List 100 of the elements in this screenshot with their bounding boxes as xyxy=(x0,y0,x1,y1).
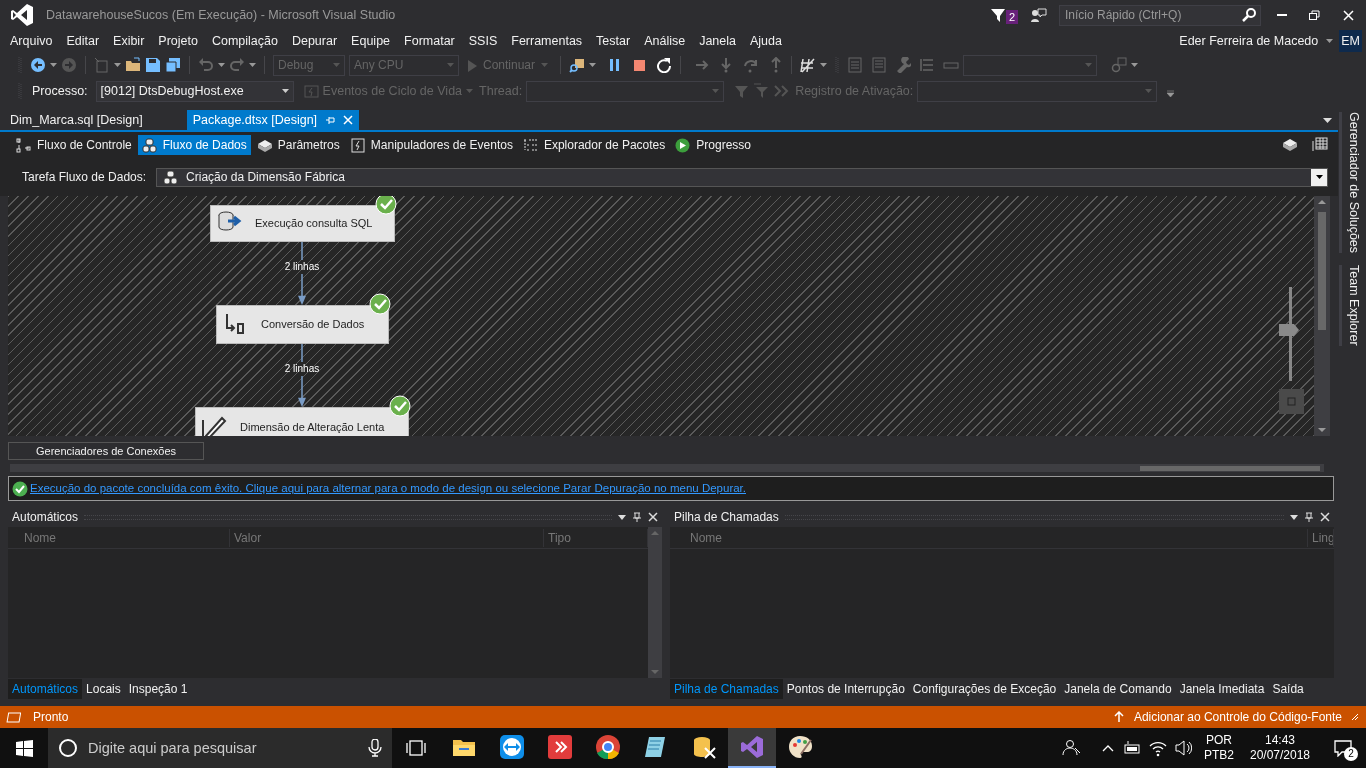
taskbar-search-field[interactable]: Digite aqui para pesquisar xyxy=(48,728,392,768)
designer-tab[interactable]: Fluxo de Controle xyxy=(12,135,136,155)
task-node[interactable]: Conversão de Dados xyxy=(216,305,389,344)
scrollbar-thumb[interactable] xyxy=(1318,212,1326,330)
close-icon[interactable] xyxy=(1320,512,1330,522)
quick-launch-field[interactable]: Início Rápido (Ctrl+Q) xyxy=(1059,4,1261,26)
grid-icon[interactable] xyxy=(1312,137,1328,153)
designer-tab[interactable]: Explorador de Pacotes xyxy=(518,135,670,155)
battery-icon[interactable] xyxy=(1124,741,1141,755)
people-icon[interactable] xyxy=(1062,739,1080,757)
package-icon[interactable] xyxy=(1282,137,1298,153)
menu-item[interactable]: Ajuda xyxy=(743,31,789,51)
panel-tab[interactable]: Inspeção 1 xyxy=(124,679,192,699)
menu-item[interactable]: SSIS xyxy=(461,31,505,51)
designer-tab[interactable]: Progresso xyxy=(671,135,755,155)
pause-icon[interactable] xyxy=(608,58,622,72)
connection-managers-tab[interactable]: Gerenciadores de Conexões xyxy=(8,442,204,460)
stop-icon[interactable] xyxy=(633,58,647,72)
caret-icon[interactable] xyxy=(281,89,289,93)
task-dropdown[interactable]: Criação da Dimensão Fábrica xyxy=(156,167,1328,187)
vertical-scrollbar[interactable] xyxy=(1314,196,1330,436)
tab-list-icon[interactable] xyxy=(1323,117,1332,123)
dropdown-icon[interactable] xyxy=(618,514,626,520)
caret-icon[interactable] xyxy=(1315,175,1323,179)
notification-center-button[interactable]: 2 xyxy=(1320,728,1366,768)
menu-item[interactable]: Testar xyxy=(589,31,638,51)
designer-tab[interactable]: Manipuladores de Eventos xyxy=(345,135,517,155)
clock[interactable]: 14:43 20/07/2018 xyxy=(1240,733,1320,763)
scrollbar-thumb[interactable] xyxy=(1140,465,1320,471)
data-flow-icon xyxy=(141,137,157,153)
user-initials-badge[interactable]: EM xyxy=(1339,30,1362,52)
designer-tab[interactable]: Fluxo de Dados xyxy=(137,135,251,155)
restart-icon[interactable] xyxy=(656,57,673,73)
hex-display-icon[interactable] xyxy=(800,57,817,73)
menu-item[interactable]: Equipe xyxy=(344,31,398,51)
redo-icon[interactable] xyxy=(229,57,245,73)
panel-tab[interactable]: Janela de Comando xyxy=(1060,679,1176,699)
connector-arrow[interactable] xyxy=(298,376,306,407)
menu-item[interactable]: Exibir xyxy=(106,31,152,51)
dropdown-icon[interactable] xyxy=(1290,514,1298,520)
source-control-button[interactable]: Adicionar ao Controle do Código-Fonte xyxy=(1133,708,1342,726)
menu-item[interactable]: Ferramentas xyxy=(504,31,590,51)
volume-icon[interactable] xyxy=(1175,739,1192,757)
step-into-icon[interactable] xyxy=(719,57,734,73)
chevron-up-icon[interactable] xyxy=(1102,743,1114,753)
undo-icon[interactable] xyxy=(198,57,214,73)
panel-tab[interactable]: Configurações de Exceção xyxy=(908,679,1061,699)
side-tab[interactable]: Team Explorer xyxy=(1338,265,1366,346)
filter-toggle-icon[interactable] xyxy=(753,83,770,99)
toolbar-options-icon[interactable] xyxy=(1167,90,1175,98)
back-icon[interactable] xyxy=(30,57,46,73)
menu-item[interactable]: Formatar xyxy=(397,31,462,51)
menu-item[interactable]: Projeto xyxy=(151,31,205,51)
task-node[interactable]: Dimensão de Alteração Lenta xyxy=(195,407,409,436)
step-over-icon[interactable] xyxy=(743,57,760,73)
menu-item[interactable]: Análise xyxy=(637,31,693,51)
pin-icon[interactable] xyxy=(632,511,642,523)
restore-icon xyxy=(1308,9,1320,21)
connector-line[interactable] xyxy=(300,242,304,260)
panel-tab[interactable]: Pontos de Interrupção xyxy=(782,679,909,699)
lifecycle-events-icon xyxy=(303,83,319,99)
wifi-icon[interactable] xyxy=(1149,739,1167,757)
connector-line[interactable] xyxy=(300,344,304,362)
thread-label: Thread: xyxy=(479,82,523,100)
play-icon xyxy=(675,137,691,153)
vertical-scrollbar[interactable] xyxy=(648,527,662,678)
document-tab[interactable]: Dim_Marca.sql [Design] xyxy=(0,110,153,130)
windows-logo-icon xyxy=(15,739,33,757)
search-icon[interactable] xyxy=(1242,7,1256,22)
task-node[interactable]: Execução consulta SQL xyxy=(210,205,395,242)
microphone-icon[interactable] xyxy=(368,739,382,757)
panel-tab[interactable]: Saída xyxy=(1268,679,1308,699)
wrench-icon[interactable] xyxy=(895,57,912,73)
close-icon[interactable] xyxy=(648,512,658,522)
menu-item[interactable]: Janela xyxy=(692,31,743,51)
language-indicator[interactable]: POR PTB2 xyxy=(1202,733,1236,763)
menu-item[interactable]: Editar xyxy=(59,31,107,51)
pin-icon[interactable] xyxy=(1304,511,1314,523)
horizontal-scrollbar[interactable] xyxy=(10,464,1324,472)
tree-list-icon xyxy=(522,137,538,153)
save-icon[interactable] xyxy=(145,57,161,73)
feedback-icon[interactable] xyxy=(1030,7,1047,23)
panel-tab[interactable]: Automáticos xyxy=(8,679,83,699)
filter-icon[interactable] xyxy=(989,7,1006,23)
menu-item[interactable]: Compilação xyxy=(204,31,285,51)
open-folder-icon[interactable] xyxy=(125,57,141,73)
zoom-slider-thumb[interactable] xyxy=(1279,324,1299,336)
designer-tab[interactable]: Parâmetros xyxy=(252,135,344,155)
menu-item[interactable]: Depurar xyxy=(284,31,345,51)
panel-tab[interactable]: Locais xyxy=(82,679,125,699)
process-dropdown[interactable]: [9012] DtsDebugHost.exe xyxy=(95,80,294,102)
settings-icon[interactable] xyxy=(1111,57,1128,73)
connector-arrow[interactable] xyxy=(298,274,306,305)
panel-tab[interactable]: Pilha de Chamadas xyxy=(670,679,783,699)
side-tab[interactable]: Gerenciador de Soluções xyxy=(1338,112,1366,254)
user-name[interactable]: Eder Ferreira de Macedo xyxy=(1179,31,1319,51)
menu-item[interactable]: Arquivo xyxy=(3,31,60,51)
panel-tab[interactable]: Janela Imediata xyxy=(1175,679,1269,699)
save-all-icon[interactable] xyxy=(165,57,181,73)
find-process-icon[interactable] xyxy=(569,57,586,73)
